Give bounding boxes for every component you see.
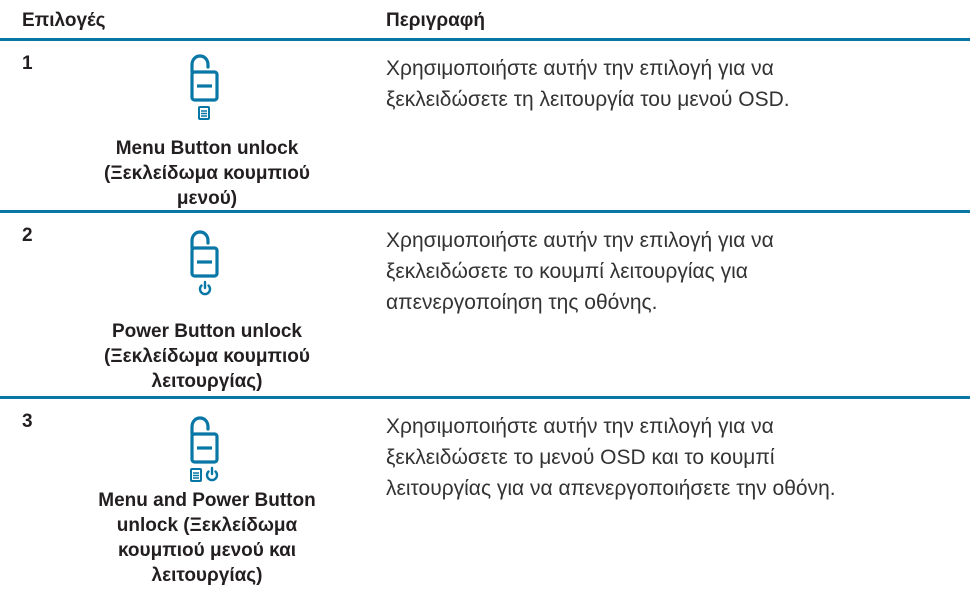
row-number: 1 <box>22 53 33 74</box>
description-line: λειτουργίας για να απενεργοποιήσετε την … <box>386 477 836 500</box>
description-line: Χρησιμοποιήστε αυτήν την επιλογή για να <box>386 229 774 252</box>
row-number: 2 <box>22 225 33 246</box>
label-line: λειτουργίας) <box>151 371 263 392</box>
description-line: ξεκλειδώσετε το μενού OSD και το κουμπί <box>386 446 775 469</box>
label-line: κουμπιού μενού και <box>117 540 297 561</box>
description-line: ξεκλειδώσετε τη λειτουργία του μενού OSD… <box>386 88 790 111</box>
lock-open-power-icon <box>190 230 219 296</box>
table-row: 1 Menu Button unlock (Ξεκλείδωμα κουμπιο… <box>0 41 970 210</box>
description-line: απενεργοποίηση της οθόνης. <box>386 291 658 314</box>
label-line: unlock (Ξεκλείδωμα <box>116 515 298 536</box>
label-line: Menu Button unlock <box>115 138 299 159</box>
row-number: 3 <box>22 411 33 432</box>
lock-open-menu-icon <box>190 54 219 120</box>
row-description: Χρησιμοποιήστε αυτήν την επιλογή για να … <box>386 411 970 504</box>
row-label: Menu Button unlock (Ξεκλείδωμα κουμπιού … <box>62 136 352 211</box>
description-line: Χρησιμοποιήστε αυτήν την επιλογή για να <box>386 415 774 438</box>
table-row: 2 Power Button unlock (Ξεκλείδωμα κουμπι… <box>0 213 970 396</box>
label-line: Power Button unlock <box>112 321 302 342</box>
label-line: Menu and Power Button <box>98 490 316 511</box>
row-description: Χρησιμοποιήστε αυτήν την επιλογή για να … <box>386 53 970 115</box>
label-line: λειτουργίας) <box>151 565 263 586</box>
row-description: Χρησιμοποιήστε αυτήν την επιλογή για να … <box>386 225 970 318</box>
description-line: Χρησιμοποιήστε αυτήν την επιλογή για να <box>386 57 774 80</box>
column-header-description: Περιγραφή <box>386 10 485 31</box>
label-line: (Ξεκλείδωμα κουμπιού <box>104 163 310 184</box>
column-header-options: Επιλογές <box>22 10 106 31</box>
lock-open-menu-power-icon <box>190 416 219 482</box>
label-line: (Ξεκλείδωμα κουμπιού <box>104 346 310 367</box>
table-row: 3 Menu and Power Button unlock (Ξεκλείδω… <box>0 399 970 601</box>
row-label: Power Button unlock (Ξεκλείδωμα κουμπιού… <box>62 319 352 394</box>
row-label: Menu and Power Button unlock (Ξεκλείδωμα… <box>62 488 352 588</box>
description-line: ξεκλειδώσετε το κουμπί λειτουργίας για <box>386 260 748 283</box>
table-header: Επιλογές Περιγραφή <box>0 0 970 38</box>
label-line: μενού) <box>176 188 238 209</box>
